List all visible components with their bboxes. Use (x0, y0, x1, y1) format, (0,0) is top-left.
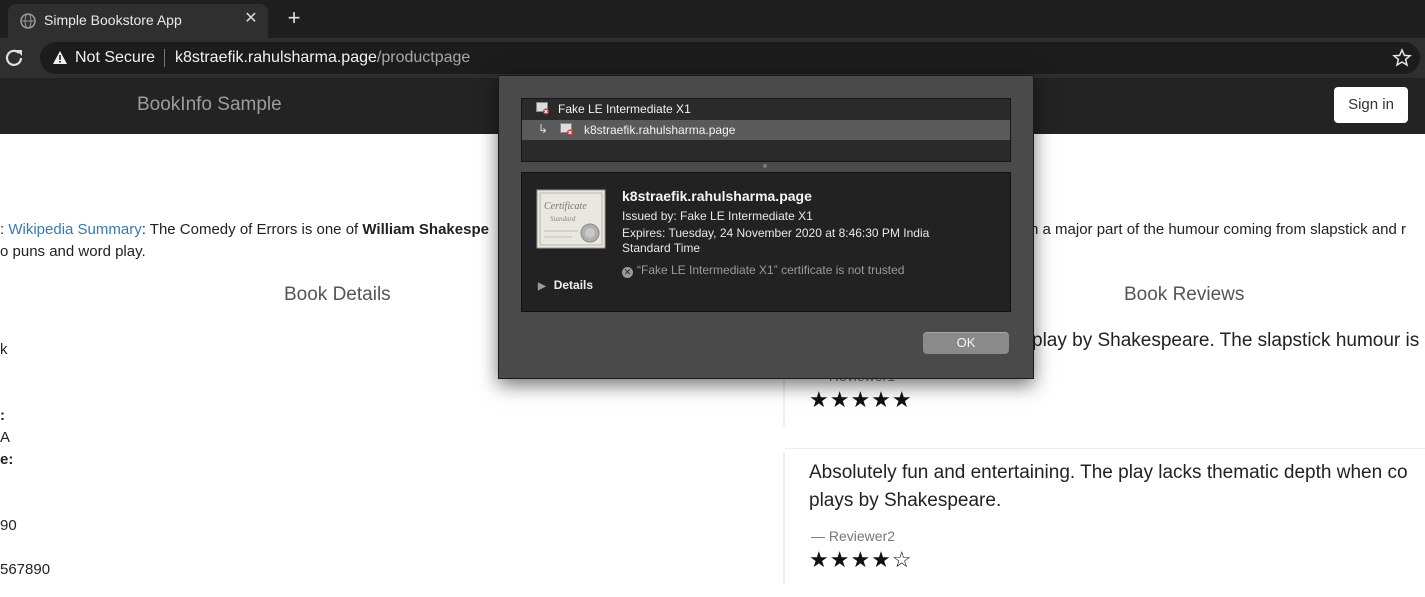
warning-text: “Fake LE Intermediate X1” certificate is… (637, 263, 905, 277)
certificate-title: k8straefik.rahulsharma.page (622, 188, 812, 204)
review-text: Absolutely fun and entertaining. The pla… (809, 462, 1408, 483)
navbar-brand[interactable]: BookInfo Sample (137, 94, 282, 116)
browser-toolbar: Not Secure k8straefik.rahulsharma.page/p… (0, 38, 1425, 78)
summary-author: William Shakespe (362, 221, 489, 238)
certificate-trust-warning: ✕ “Fake LE Intermediate X1” certificate i… (622, 263, 904, 278)
url-text[interactable]: k8straefik.rahulsharma.page/productpage (175, 49, 470, 67)
review-text: play by Shakespeare. The slapstick humou… (1032, 330, 1420, 351)
detail-fragment: 567890 (0, 561, 51, 578)
sign-in-button[interactable]: Sign in (1334, 87, 1408, 123)
address-bar[interactable]: Not Secure k8straefik.rahulsharma.page/p… (40, 42, 1420, 74)
certificate-detail-panel: Certificate Standard k8straefik.rahulsha… (521, 172, 1011, 312)
security-status[interactable]: Not Secure (75, 49, 155, 67)
reviewer-name: — Reviewer2 (811, 528, 896, 544)
details-disclosure[interactable]: ▶ Details (538, 278, 593, 292)
chain-arrow-icon: ↳ (538, 122, 549, 136)
split-divider-handle[interactable] (763, 164, 767, 168)
wikipedia-summary-link[interactable]: Wikipedia Summary (8, 221, 141, 238)
ok-button[interactable]: OK (923, 332, 1009, 354)
certificate-chain-list: Fake LE Intermediate X1 ↳ k8straefik.rah… (521, 98, 1011, 162)
reload-icon[interactable] (2, 46, 26, 70)
certificate-icon (536, 102, 549, 115)
summary-text: : The Comedy of Errors is one of (141, 221, 363, 238)
book-reviews-heading: Book Reviews (1124, 284, 1245, 305)
certificate-icon: Certificate Standard (536, 189, 606, 249)
summary-line-2: o puns and word play. (0, 243, 146, 260)
certificate-icon (560, 123, 573, 136)
disclosure-triangle-icon: ▶ (538, 281, 546, 292)
summary-line-1-right: h a major part of the humour coming from… (1030, 221, 1406, 238)
url-path: /productpage (376, 49, 471, 66)
star-rating: ★★★★★ (809, 387, 913, 412)
browser-tab[interactable]: Simple Bookstore App ✕ (8, 4, 268, 38)
book-details-heading: Book Details (284, 284, 391, 305)
certificate-image-title: Certificate (544, 201, 587, 212)
globe-icon (20, 13, 36, 29)
certificate-dialog: Fake LE Intermediate X1 ↳ k8straefik.rah… (498, 75, 1034, 379)
url-host: k8straefik.rahulsharma.page (175, 49, 377, 66)
certificate-expiry-line-2: Standard Time (622, 241, 701, 255)
detail-fragment: e: (0, 451, 14, 468)
star-rating: ★★★★☆ (809, 547, 913, 572)
star-bookmark-icon[interactable] (1392, 48, 1412, 68)
summary-line-1: : Wikipedia Summary: The Comedy of Error… (0, 219, 489, 241)
certificate-issuer: Issued by: Fake LE Intermediate X1 (622, 209, 813, 223)
detail-fragment: 90 (0, 517, 17, 534)
warning-icon[interactable] (52, 50, 68, 66)
chain-item-intermediate[interactable]: Fake LE Intermediate X1 (522, 99, 1010, 119)
browser-tab-strip: Simple Bookstore App ✕ + (0, 0, 1425, 38)
review-divider (785, 448, 1425, 449)
detail-fragment: A (0, 429, 11, 446)
column-divider (783, 452, 785, 584)
chain-item-label: k8straefik.rahulsharma.page (584, 123, 736, 137)
close-icon[interactable]: ✕ (240, 8, 262, 30)
error-icon: ✕ (622, 267, 633, 278)
tab-title: Simple Bookstore App (44, 12, 182, 28)
chain-item-label: Fake LE Intermediate X1 (558, 102, 691, 116)
details-label: Details (553, 278, 594, 292)
certificate-image-subtitle: Standard (550, 215, 576, 223)
certificate-expiry: Expires: Tuesday, 24 November 2020 at 8:… (622, 226, 930, 240)
detail-fragment: : (0, 407, 5, 424)
detail-fragment: k (0, 341, 8, 358)
review-text-line-2: plays by Shakespeare. (809, 490, 1002, 511)
chain-item-leaf[interactable]: ↳ k8straefik.rahulsharma.page (522, 120, 1010, 140)
omnibox-divider (164, 49, 165, 67)
new-tab-button[interactable]: + (282, 6, 306, 30)
